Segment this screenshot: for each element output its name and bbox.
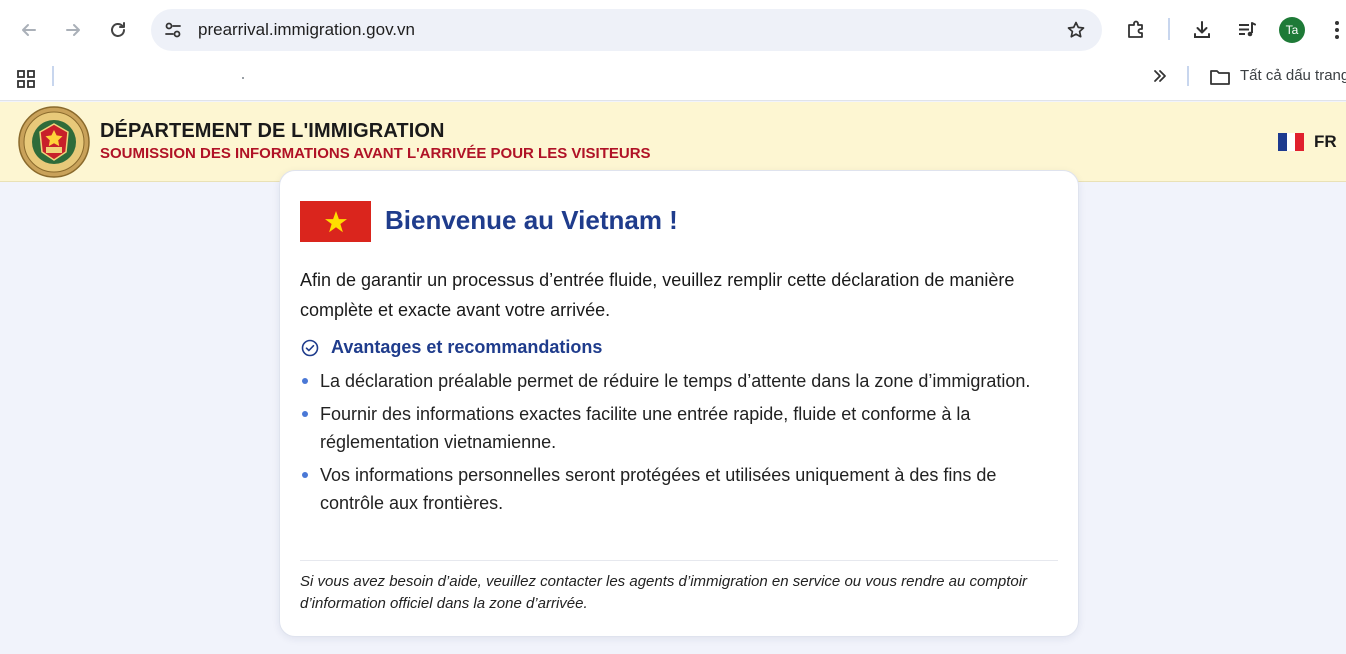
advantages-list: La déclaration préalable permet de rédui… (300, 367, 1060, 522)
welcome-card: Bienvenue au Vietnam ! Afin de garantir … (279, 170, 1079, 637)
language-code[interactable]: FR (1314, 132, 1337, 152)
forward-button[interactable] (57, 14, 89, 46)
check-circle-icon (300, 338, 320, 358)
bookmarks-overflow-chevron-icon[interactable] (1149, 65, 1171, 87)
extensions-icon[interactable] (1122, 16, 1150, 44)
apps-grid-icon[interactable] (14, 67, 38, 91)
profile-avatar[interactable]: Ta (1279, 17, 1305, 43)
reload-button[interactable] (102, 14, 134, 46)
immigration-emblem-logo (18, 106, 90, 178)
vietnam-flag-icon (300, 201, 371, 242)
france-flag-icon (1278, 133, 1305, 151)
back-button[interactable] (13, 14, 45, 46)
menu-kebab-icon[interactable] (1323, 16, 1346, 44)
all-bookmarks-link[interactable]: Tất cả dấu trang (1240, 67, 1346, 84)
toolbar-separator (1168, 18, 1170, 40)
advantages-header: Avantages et recommandations (300, 337, 602, 358)
bullet-dot (302, 411, 308, 417)
browser-toolbar: prearrival.immigration.gov.vn Ta (0, 0, 1346, 60)
downloads-icon[interactable] (1188, 16, 1216, 44)
list-item-text: La déclaration préalable permet de rédui… (320, 371, 1031, 391)
list-item: Fournir des informations exactes facilit… (300, 400, 1060, 456)
bookmarks-separator (52, 66, 54, 86)
bookmarks-bar: Tất cả dấu trang (0, 60, 1346, 101)
advantages-title: Avantages et recommandations (331, 337, 603, 357)
forward-arrow-icon (66, 24, 80, 36)
org-subtitle: SOUMISSION DES INFORMATIONS AVANT L'ARRI… (100, 145, 651, 162)
list-item: La déclaration préalable permet de rédui… (300, 367, 1060, 395)
welcome-heading: Bienvenue au Vietnam ! (385, 205, 678, 235)
card-divider (300, 560, 1058, 561)
list-item-text: Fournir des informations exactes facilit… (320, 404, 971, 452)
media-control-icon[interactable] (1233, 16, 1261, 44)
back-arrow-icon (22, 24, 36, 36)
site-info-icon[interactable] (161, 18, 185, 42)
bullet-dot (302, 378, 308, 384)
url-text[interactable]: prearrival.immigration.gov.vn (198, 20, 415, 40)
help-note: Si vous avez besoin d’aide, veuillez con… (300, 573, 1028, 612)
org-title: DÉPARTEMENT DE L'IMMIGRATION (100, 120, 445, 142)
bookmark-star-icon[interactable] (1064, 18, 1088, 42)
bookmark-placeholder (242, 77, 244, 79)
intro-text: Afin de garantir un processus d’entrée f… (300, 270, 1015, 320)
reload-icon (111, 22, 125, 37)
bookmarks-separator (1187, 66, 1189, 86)
list-item-text: Vos informations personnelles seront pro… (320, 465, 997, 513)
bullet-dot (302, 472, 308, 478)
language-selector[interactable]: FR (1278, 132, 1337, 152)
folder-icon[interactable] (1209, 66, 1231, 88)
list-item: Vos informations personnelles seront pro… (300, 461, 1060, 517)
address-bar[interactable]: prearrival.immigration.gov.vn (151, 9, 1102, 51)
